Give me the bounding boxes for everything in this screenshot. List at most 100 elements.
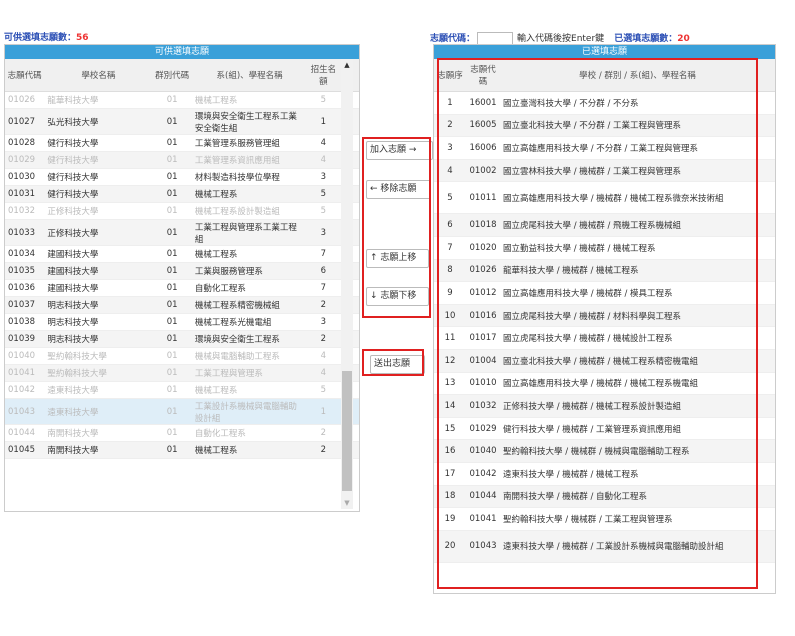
row-quota: 7	[307, 245, 340, 263]
row-dept: 機械工程系精密機械組	[191, 296, 308, 314]
row-quota: 3	[307, 219, 340, 246]
row-code: 01029	[5, 151, 45, 169]
row-school: 遠東科技大學	[44, 398, 153, 425]
table-row[interactable]: 01041 聖約翰科技大學 01 工業工程與管理系 4	[5, 364, 359, 382]
table-row[interactable]: 01031 健行科技大學 01 機械工程系 5	[5, 185, 359, 203]
scroll-up-arrow-icon[interactable]: ▲	[341, 59, 353, 71]
row-code: 01044	[5, 424, 45, 442]
row-quota: 1	[307, 398, 340, 425]
row-quota: 3	[307, 313, 340, 331]
table-row[interactable]: 01039 明志科技大學 01 環境與安全衛生工程系 2	[5, 330, 359, 348]
table-row[interactable]: 01042 遠東科技大學 01 機械工程系 5	[5, 381, 359, 399]
row-dept: 工業工程與管理系	[191, 364, 308, 382]
row-code: 01033	[5, 219, 45, 246]
row-quota: 5	[307, 91, 340, 109]
row-school: 正修科技大學	[44, 219, 153, 246]
row-dept: 機械工程系光機電組	[191, 313, 308, 331]
row-code: 01041	[5, 364, 45, 382]
row-group: 01	[152, 330, 192, 348]
code-entry-bar: 志願代碼： 輸入代碼後按Enter鍵 已選填志願數：20	[430, 31, 690, 45]
row-group: 01	[152, 441, 192, 459]
row-school: 南開科技大學	[44, 424, 153, 442]
row-school: 遠東科技大學	[44, 381, 153, 399]
row-school: 弘光科技大學	[44, 108, 153, 135]
table-row[interactable]: 01040 聖約翰科技大學 01 機械與電腦輔助工程系 4	[5, 347, 359, 365]
row-code: 01034	[5, 245, 45, 263]
row-school: 建國科技大學	[44, 262, 153, 280]
row-dept: 機械與電腦輔助工程系	[191, 347, 308, 365]
row-dept: 工業與服務管理系	[191, 262, 308, 280]
row-code: 01032	[5, 202, 45, 220]
row-dept: 機械工程系	[191, 245, 308, 263]
row-code: 01037	[5, 296, 45, 314]
col-dept: 系(組)、學程名稱	[191, 59, 308, 92]
row-group: 01	[152, 424, 192, 442]
col-school: 學校名稱	[44, 59, 153, 92]
row-group: 01	[152, 347, 192, 365]
row-code: 01045	[5, 441, 45, 459]
row-school: 明志科技大學	[44, 330, 153, 348]
table-row[interactable]: 01038 明志科技大學 01 機械工程系光機電組 3	[5, 313, 359, 331]
row-school: 南開科技大學	[44, 441, 153, 459]
row-quota: 5	[307, 381, 340, 399]
table-row[interactable]: 01033 正修科技大學 01 工業工程與管理系工業工程組 3	[5, 219, 359, 246]
table-row[interactable]: 01044 南開科技大學 01 自動化工程系 2	[5, 424, 359, 442]
table-row[interactable]: 01030 健行科技大學 01 材料製造科技學位學程 3	[5, 168, 359, 186]
row-group: 01	[152, 134, 192, 152]
row-quota: 5	[307, 185, 340, 203]
table-row[interactable]: 01043 遠東科技大學 01 工業設計系機械與電腦輔助設計組 1	[5, 398, 359, 425]
row-code: 01030	[5, 168, 45, 186]
table-row[interactable]: 01035 建國科技大學 01 工業與服務管理系 6	[5, 262, 359, 280]
row-dept: 材料製造科技學位學程	[191, 168, 308, 186]
row-school: 龍華科技大學	[44, 91, 153, 109]
row-quota: 3	[307, 168, 340, 186]
table-row[interactable]: 01036 建國科技大學 01 自動化工程系 7	[5, 279, 359, 297]
table-row[interactable]: 01037 明志科技大學 01 機械工程系精密機械組 2	[5, 296, 359, 314]
scroll-down-arrow-icon[interactable]: ▼	[341, 497, 353, 509]
table-row[interactable]: 01028 健行科技大學 01 工業管理系服務管理組 4	[5, 134, 359, 152]
row-school: 聖約翰科技大學	[44, 347, 153, 365]
row-group: 01	[152, 185, 192, 203]
table-row[interactable]: 01045 南開科技大學 01 機械工程系 2	[5, 441, 359, 459]
row-code: 01027	[5, 108, 45, 135]
row-code: 01026	[5, 91, 45, 109]
scrollbar-thumb[interactable]	[342, 371, 352, 491]
table-row[interactable]: 01034 建國科技大學 01 機械工程系 7	[5, 245, 359, 263]
row-dept: 工業設計系機械與電腦輔助設計組	[191, 398, 308, 425]
row-code: 01043	[5, 398, 45, 425]
available-count-value: 56	[76, 33, 89, 43]
row-group: 01	[152, 296, 192, 314]
row-dept: 自動化工程系	[191, 279, 308, 297]
row-code: 01042	[5, 381, 45, 399]
col-code: 志願代碼	[5, 59, 45, 92]
col-quota: 招生名額	[307, 59, 340, 92]
code-hint: 輸入代碼後按Enter鍵	[517, 34, 605, 44]
row-code: 01038	[5, 313, 45, 331]
row-quota: 7	[307, 279, 340, 297]
row-quota: 4	[307, 347, 340, 365]
table-row[interactable]: 01032 正修科技大學 01 機械工程系設計製造組 5	[5, 202, 359, 220]
row-dept: 工業管理系資訊應用組	[191, 151, 308, 169]
filled-count-label: 已選填志願數：	[614, 34, 678, 44]
row-school: 聖約翰科技大學	[44, 364, 153, 382]
filled-count-value: 20	[677, 34, 690, 44]
row-school: 建國科技大學	[44, 279, 153, 297]
highlight-box-selected	[437, 58, 758, 589]
row-group: 01	[152, 398, 192, 425]
table-row[interactable]: 01029 健行科技大學 01 工業管理系資訊應用組 4	[5, 151, 359, 169]
row-quota: 4	[307, 364, 340, 382]
row-school: 健行科技大學	[44, 151, 153, 169]
row-dept: 機械工程系	[191, 381, 308, 399]
row-school: 正修科技大學	[44, 202, 153, 220]
row-dept: 工業工程與管理系工業工程組	[191, 219, 308, 246]
row-quota: 2	[307, 441, 340, 459]
row-group: 01	[152, 108, 192, 135]
row-school: 健行科技大學	[44, 185, 153, 203]
row-code: 01031	[5, 185, 45, 203]
table-row[interactable]: 01027 弘光科技大學 01 環境與安全衛生工程系工業安全衛生組 1	[5, 108, 359, 135]
highlight-box-actions	[362, 137, 431, 318]
selected-list-title: 已選填志願	[434, 45, 775, 59]
table-row[interactable]: 01026 龍華科技大學 01 機械工程系 5	[5, 91, 359, 109]
row-group: 01	[152, 168, 192, 186]
row-code: 01040	[5, 347, 45, 365]
